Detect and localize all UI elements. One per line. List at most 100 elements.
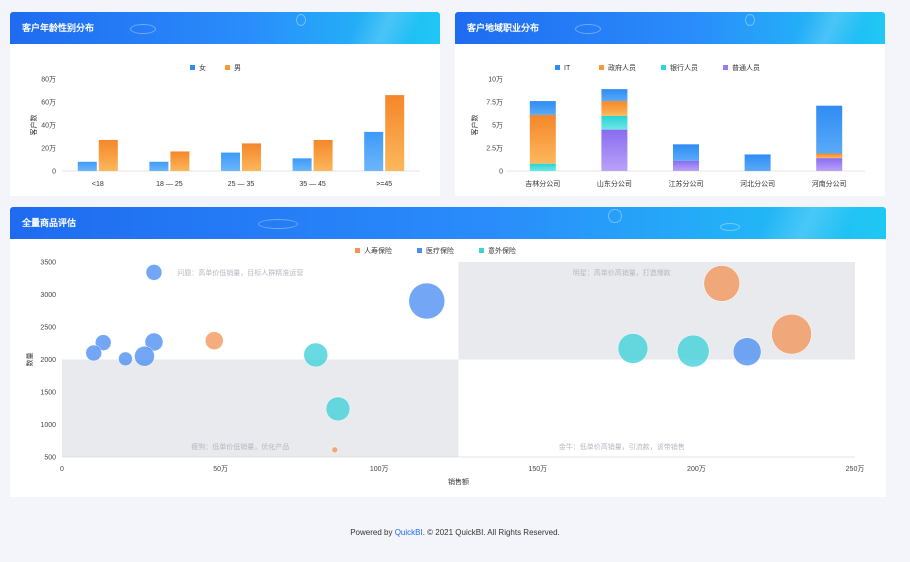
card-header: 客户地域职业分布 [455,12,885,44]
y-tick-label: 20万 [41,145,56,153]
quadrant-label-star: 明星：高单价高销量，打造爆款 [573,268,671,277]
x-tick-label: 河南分公司 [812,179,847,188]
x-tick-label: 江苏分公司 [669,179,704,188]
bar-female [149,161,169,171]
bubble-point [85,344,102,362]
y-tick-label: 2.5万 [486,145,503,153]
bubble-point [205,331,224,350]
y-axis-title: 客户数 [29,115,38,136]
y-tick-label: 60万 [41,99,56,107]
legend-label: 普通人员 [732,63,760,72]
x-tick-label: 25 — 35 [228,181,255,188]
footer: Powered by QuickBI. © 2021 QuickBI. All … [0,528,910,537]
footer-brand-link[interactable]: QuickBI [395,528,423,537]
quadrant-label-cow: 金牛：低单价高销量，引流款，该带销售 [559,442,685,451]
legend-label: 人寿保险 [364,246,392,255]
bar-male [242,143,261,171]
legend-swatch [723,65,728,70]
bar-male [313,139,333,171]
bar-segment [744,154,771,171]
bubble-point [732,337,762,366]
x-tick-label: 河北分公司 [740,179,775,188]
bar-female [77,161,97,171]
legend-swatch [225,65,230,70]
legend-label: IT [564,65,571,72]
bar-female [364,131,384,171]
y-tick-label: 80万 [41,76,56,84]
y-tick-label: 1000 [40,422,56,429]
bar-segment [816,153,843,159]
product-evaluation-card: 全量商品评估 人寿保险 医疗保险 意外保险问题：高单价低销量，目标人群精准运营 明星：… [10,207,886,497]
bar-segment [816,105,843,154]
bar-segment [673,144,699,161]
x-tick-label: 250万 [846,465,865,473]
x-tick-label: 150万 [528,465,547,473]
y-tick-label: 3500 [40,260,56,267]
quadrant-label-question: 问题：高单价低销量，目标人群精准运营 [177,268,303,277]
y-tick-label: 3000 [40,292,56,299]
bubble-point [145,264,163,281]
y-tick-label: 7.5万 [486,99,503,107]
x-tick-label: 吉林分公司 [525,179,560,188]
legend-label: 政府人员 [608,63,636,72]
footer-suffix: . © 2021 QuickBI. All Rights Reserved. [422,528,560,537]
y-tick-label: 0 [499,169,503,176]
legend-swatch [599,65,604,70]
footer-prefix: Powered by [350,528,395,537]
y-axis-title: 客户数 [470,115,479,136]
bar-segment [529,101,556,115]
legend-swatch [190,65,195,70]
x-tick-label: 0 [60,466,64,473]
legend-label: 医疗保险 [426,246,454,255]
x-tick-label: >=45 [376,181,392,188]
bar-male [170,151,190,171]
bubble-point [771,313,812,355]
x-tick-label: 50万 [213,465,228,473]
y-tick-label: 500 [44,455,56,462]
bar-female [292,158,312,171]
bubble-point [703,265,741,302]
card-title: 客户年龄性别分布 [22,23,95,33]
bar-segment [601,115,628,130]
y-tick-label: 40万 [41,122,56,130]
y-tick-label: 2500 [40,325,56,332]
bubble-point [325,396,351,422]
legend-label: 女 [199,63,206,72]
bar-segment [673,160,699,171]
x-tick-label: 山东分公司 [597,179,632,188]
legend-swatch [661,65,666,70]
card-header: 全量商品评估 [10,207,886,239]
region-occupation-card: 客户地域职业分布 IT 政府人员 银行人员 普通人员 0 2.5万 5万 7.5万 10万 客户数… [455,12,885,196]
card-title: 客户地域职业分布 [467,23,540,33]
bar-segment [601,101,628,116]
bubble-point [617,333,649,364]
y-axis-title: 数量 [25,353,34,367]
y-tick-label: 2000 [40,357,56,364]
bubble-point [331,446,339,454]
bubble-point [408,282,446,320]
x-axis-title: 销售额 [448,477,469,486]
bar-male [385,95,405,171]
bar-male [98,139,118,171]
quadrant-dog-bg [62,359,459,457]
bubble-point [676,334,710,368]
legend-swatch [555,65,560,70]
x-tick-label: <18 [92,181,104,188]
x-tick-label: 100万 [370,465,389,473]
x-tick-label: 35 — 45 [299,181,326,188]
product-evaluation-chart: 人寿保险 医疗保险 意外保险问题：高单价低销量，目标人群精准运营 明星：高单价高销量，… [25,246,865,486]
bar-segment [816,158,843,171]
bar-segment [601,129,628,171]
quadrant-label-dog: 瘦狗：低单价低销量，优化产品 [191,442,289,451]
bubble-point [134,346,155,367]
age-gender-chart: 女 男 0 20万 40万 60万 80万客户数 <18 18 — 25 25 — 35 35 — … [29,63,420,188]
bar-segment [529,114,556,164]
age-gender-card: 客户年龄性别分布 女 男 0 20万 40万 60万 80万 客户数 <18 18 — 25 25 … [10,12,440,196]
legend-label: 银行人员 [670,63,698,72]
bubble-point [303,342,329,368]
bubble-point [118,351,133,367]
y-tick-label: 10万 [488,76,503,84]
legend-label: 意外保险 [488,246,516,255]
x-tick-label: 18 — 25 [156,181,183,188]
card-title: 全量商品评估 [22,218,77,228]
